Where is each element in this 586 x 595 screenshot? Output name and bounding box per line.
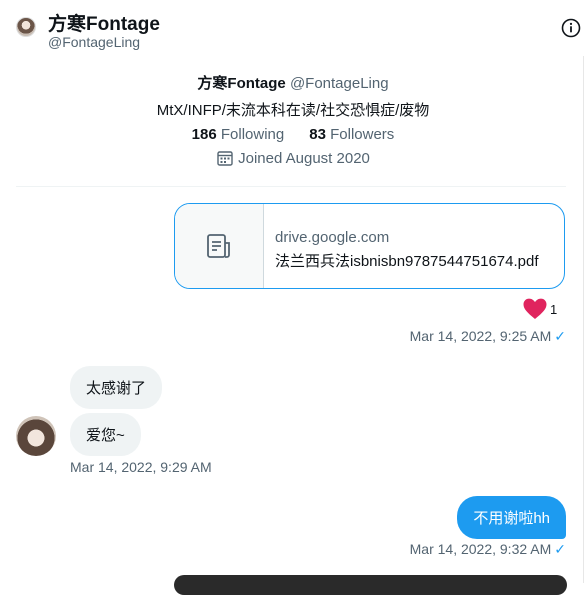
profile-handle: @FontageLing [289,75,389,92]
message-bubble-received[interactable]: 爱您~ [70,413,141,456]
profile-name-line[interactable]: 方寒Fontage @FontageLing [0,72,586,93]
following-count: 186 [191,126,217,143]
header-name: 方寒Fontage [48,14,160,35]
timestamp-received: Mar 14, 2022, 9:29 AM [70,459,212,475]
timestamp-text: Mar 14, 2022, 9:32 AM [409,541,552,557]
reaction-badge[interactable]: 1 [522,297,557,321]
media-attachment[interactable] [174,575,567,595]
followers-label: Followers [330,126,395,143]
followers-count: 83 [309,126,326,143]
heart-icon [523,298,547,319]
timestamp-sent-1: Mar 14, 2022, 9:25 AM ✓ [410,328,566,345]
info-icon [561,18,581,38]
check-icon: ✓ [554,541,566,557]
conversation-header: 方寒Fontage @FontageLing [0,0,586,56]
following-link[interactable]: 186 Following [192,126,285,143]
followers-link[interactable]: 83 Followers [309,126,394,143]
profile-stats: 186 Following 83 Followers [0,126,586,143]
timestamp-sent-2: Mar 14, 2022, 9:32 AM ✓ [410,541,566,558]
message-bubble-sent[interactable]: 不用谢啦hh [457,496,566,539]
calendar-icon [217,151,233,166]
profile-joined: Joined August 2020 [0,149,586,167]
joined-text: Joined August 2020 [238,149,370,167]
card-title: 法兰西兵法isbnisbn9787544751674.pdf [275,253,539,270]
profile-name: 方寒Fontage [197,75,286,92]
header-avatar[interactable] [16,17,36,37]
info-button[interactable] [560,17,582,39]
section-divider [16,186,566,187]
following-label: Following [220,126,285,143]
profile-summary: 方寒Fontage @FontageLing MtX/INFP/末流本科在读/社… [0,72,586,167]
message-bubble-received[interactable]: 太感谢了 [70,366,163,409]
timestamp-text: Mar 14, 2022, 9:25 AM [409,328,552,344]
header-handle: @FontageLing [48,34,141,50]
card-domain: drive.google.com [275,229,390,246]
reaction-count: 1 [550,301,558,317]
sender-avatar[interactable] [16,416,56,456]
link-card[interactable]: drive.google.com 法兰西兵法isbnisbn9787544751… [174,203,565,289]
document-icon [207,234,230,258]
card-thumbnail [175,204,264,288]
profile-bio: MtX/INFP/末流本科在读/社交恐惧症/废物 [156,102,430,119]
check-icon: ✓ [554,328,566,344]
